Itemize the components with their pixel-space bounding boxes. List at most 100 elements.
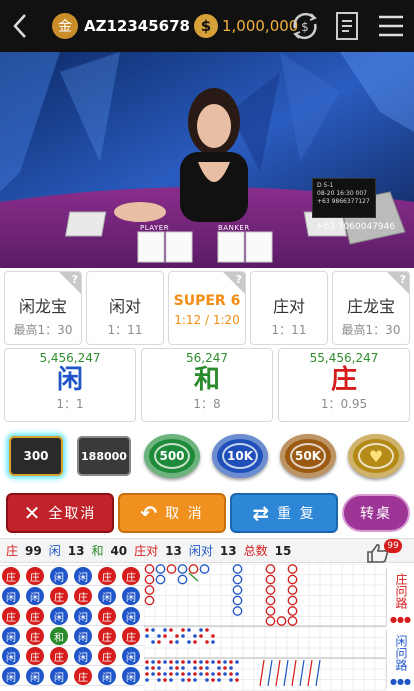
small-road-dot xyxy=(223,666,227,670)
repeat-label: 重 复 xyxy=(277,506,316,522)
derived-road-dot xyxy=(211,634,215,638)
cancel-all-button[interactable]: ✕ 全取消 xyxy=(6,493,114,533)
switch-table-button[interactable]: 转桌 xyxy=(342,494,410,532)
bead-road-cell: 庄 xyxy=(26,567,44,585)
main-bet-2[interactable]: 55,456,247 庄 1：0.95 xyxy=(278,348,410,422)
repeat-icon: ⇄ xyxy=(252,501,270,525)
bead-road-cell: 庄 xyxy=(50,647,68,665)
big-road-mark xyxy=(287,585,298,595)
tie-count: 40 xyxy=(110,543,128,558)
baccarat-table-screen: 金 AZ12345678 $ 1,000,000 $ PLAYER BANKER… xyxy=(0,0,414,691)
side-bet-1[interactable]: 闲对 1：11 xyxy=(86,271,164,345)
grid-line xyxy=(0,665,144,666)
chip-disc: 500 xyxy=(144,434,200,478)
banker-ask-road-button[interactable]: 庄问路 ●●● xyxy=(386,568,414,626)
big-road-mark xyxy=(232,574,243,585)
bead-road-cell: 闲 xyxy=(26,587,44,605)
back-button[interactable] xyxy=(0,0,40,52)
document-icon xyxy=(336,12,358,40)
heart-icon: ♥ xyxy=(358,443,394,469)
small-road-dot xyxy=(235,660,239,664)
side-bet-odds: 1：11 xyxy=(271,323,307,337)
main-bet-1[interactable]: 56,247 和 1：8 xyxy=(141,348,273,422)
bead-road-cell: 庄 xyxy=(122,627,140,645)
cancel-button[interactable]: ↶ 取 消 xyxy=(118,493,226,533)
side-bet-0[interactable]: 闲龙宝 最高1：30? xyxy=(4,271,82,345)
small-road-dot xyxy=(205,660,209,664)
bead-road: 庄庄闲闲庄庄闲闲庄庄闲闲庄庄闲闲庄闲闲庄和闲庄庄闲庄庄闲庄闲闲闲闲庄闲闲 xyxy=(0,564,144,691)
small-road-dot xyxy=(175,672,179,676)
big-road-mark xyxy=(232,585,243,595)
refresh-balance-button[interactable]: $ xyxy=(288,8,322,44)
board-line-1: D 5-1 xyxy=(317,182,334,189)
side-bet-3[interactable]: 庄对 1：11 xyxy=(250,271,328,345)
player-ask-road-button[interactable]: 闲问路 ●●● xyxy=(386,630,414,688)
chip-disc: 50K xyxy=(280,434,336,478)
side-bet-name: 庄龙宝 xyxy=(346,297,395,316)
grid-line xyxy=(0,605,144,606)
small-road-dot xyxy=(193,678,197,682)
banker-ask-label: 庄问路 xyxy=(394,573,408,609)
big-road-mark xyxy=(287,574,298,585)
total-label: 总数 xyxy=(243,544,268,558)
menu-button[interactable] xyxy=(376,8,406,44)
side-bet-odds: 1：11 xyxy=(107,323,143,337)
board-line-2: 08-20 16:30 007 xyxy=(317,190,367,197)
help-icon[interactable]: ? xyxy=(236,273,242,286)
grid-line xyxy=(0,625,144,626)
player-ask-dots: ●●● xyxy=(390,677,411,686)
big-road-mark xyxy=(232,595,243,606)
like-button[interactable]: 99 xyxy=(366,539,402,563)
small-road-dot xyxy=(229,660,233,664)
derived-road-dot xyxy=(211,640,215,644)
help-icon[interactable]: ? xyxy=(72,273,78,286)
tie-count-label: 和 xyxy=(91,544,104,558)
small-road-dot xyxy=(157,666,161,670)
bead-road-cell: 闲 xyxy=(74,647,92,665)
big-road-mark xyxy=(265,574,276,585)
side-bet-name: 庄对 xyxy=(272,297,305,316)
big-road-mark xyxy=(232,564,243,574)
small-road-dot xyxy=(157,672,161,676)
chip-4[interactable]: 50K xyxy=(278,432,338,480)
banker-count-label: 庄 xyxy=(6,544,19,558)
side-bet-2[interactable]: SUPER 6 1:12 / 1:20? xyxy=(168,271,246,345)
hamburger-menu-icon xyxy=(379,15,403,37)
main-bet-odds: 1：1 xyxy=(56,397,84,411)
banker-area-label: BANKER xyxy=(218,224,250,232)
chip-0[interactable]: 300 xyxy=(6,432,66,480)
bead-road-cell: 和 xyxy=(50,627,68,645)
side-bet-name: 闲龙宝 xyxy=(18,297,67,316)
small-road-dot xyxy=(163,672,167,676)
main-bet-name: 闲 xyxy=(56,365,83,395)
repeat-button[interactable]: ⇄ 重 复 xyxy=(230,493,338,533)
big-road-mark xyxy=(144,585,155,595)
chip-5[interactable]: ♥ xyxy=(346,432,406,480)
bead-road-cell: 庄 xyxy=(2,607,20,625)
banker-pair-label: 庄对 xyxy=(134,544,159,558)
main-bet-0[interactable]: 5,456,247 闲 1：1 xyxy=(4,348,136,422)
help-icon[interactable]: ? xyxy=(400,273,406,286)
big-road-mark xyxy=(265,595,276,606)
big-road-mark xyxy=(166,564,177,574)
records-button[interactable] xyxy=(333,8,361,44)
big-road-mark xyxy=(232,606,243,616)
derived-road-dot xyxy=(205,628,209,632)
big-road-grid xyxy=(144,564,386,691)
small-road-dot xyxy=(199,666,203,670)
banker-ask-dots: ●●● xyxy=(390,615,411,624)
small-road-dot xyxy=(175,660,179,664)
grid-line xyxy=(0,585,144,586)
bead-road-cell: 闲 xyxy=(74,627,92,645)
bead-road-cell: 庄 xyxy=(98,567,116,585)
chip-value: 50K xyxy=(290,443,326,469)
side-bet-4[interactable]: 庄龙宝 最高1：30? xyxy=(332,271,410,345)
derived-road-dot xyxy=(205,640,209,644)
chip-3[interactable]: 10K xyxy=(210,432,270,480)
chip-1[interactable]: 188000 xyxy=(74,432,134,480)
bead-road-cell: 庄 xyxy=(2,567,20,585)
small-road-dot xyxy=(211,672,215,676)
player-pair-count: 13 xyxy=(219,543,237,558)
bead-road-cell: 庄 xyxy=(98,607,116,625)
chip-2[interactable]: 500 xyxy=(142,432,202,480)
